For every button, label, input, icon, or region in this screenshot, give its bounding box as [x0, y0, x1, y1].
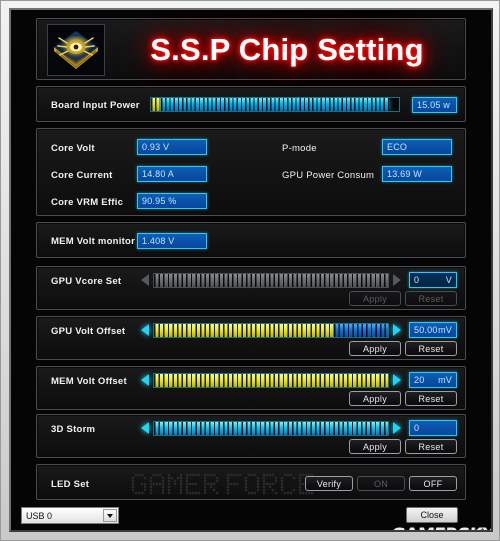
gpu-volt-offset-label: GPU Volt Offset	[51, 326, 126, 337]
core-volt-label: Core Volt	[51, 143, 95, 154]
board-input-power-value: 15.05 w	[412, 97, 457, 113]
3d-storm-value: 0	[414, 423, 420, 433]
gamersky-watermark: GAMERSKY	[391, 525, 491, 530]
led-char-f	[227, 474, 241, 494]
board-power-bar-warn-fill	[151, 98, 161, 111]
usb-port-select[interactable]: USB 0	[21, 507, 119, 524]
board-power-bar-fill	[160, 98, 390, 111]
core-volt-value: 0.93 V	[137, 139, 207, 155]
gpu-power-consum-label: GPU Power Consum	[282, 170, 375, 181]
led-matrix-display	[132, 474, 313, 494]
mem-volt-monitor-value: 1.408 V	[137, 233, 207, 249]
gpu-volt-offset-value-input[interactable]: 50.00 mV	[409, 322, 457, 338]
p-mode-value: ECO	[382, 139, 452, 155]
window-inner-frame: S.S.P Chip Setting Board Input Power 15.…	[9, 8, 493, 532]
led-word	[132, 474, 218, 494]
3d-storm-panel: 3D Storm 0 Apply Reset	[36, 414, 466, 458]
gpu-vcore-set-panel: GPU Vcore Set 0 V Apply Reset	[36, 266, 466, 310]
3d-storm-label: 3D Storm	[51, 424, 96, 435]
mem-volt-offset-value-input[interactable]: 20 mV	[409, 372, 457, 388]
mem-volt-offset-panel: MEM Volt Offset 20 mV Apply Reset	[36, 366, 466, 410]
gpu-vcore-set-slider[interactable]	[141, 272, 401, 288]
mem-volt-offset-slider[interactable]	[141, 372, 401, 388]
mem-volt-offset-increase-arrow-icon[interactable]	[392, 373, 401, 387]
gpu-volt-offset-increase-arrow-icon[interactable]	[392, 323, 401, 337]
gpu-vcore-set-reset-button[interactable]: Reset	[405, 291, 457, 306]
led-char-c	[281, 474, 295, 494]
board-input-power-bar	[150, 97, 400, 112]
mem-volt-monitor-panel: MEM Volt monitor 1.408 V	[36, 222, 466, 258]
gpu-vcore-set-label: GPU Vcore Set	[51, 276, 122, 287]
board-input-power-label: Board Input Power	[51, 100, 140, 111]
3d-storm-reset-button[interactable]: Reset	[405, 439, 457, 454]
mem-volt-offset-reset-button[interactable]: Reset	[405, 391, 457, 406]
gpu-vcore-set-apply-button[interactable]: Apply	[349, 291, 401, 306]
gpu-vcore-set-track-segment	[154, 273, 388, 287]
gpu-vcore-set-increase-arrow-icon[interactable]	[392, 273, 401, 287]
gpu-vcore-set-unit: V	[445, 275, 452, 285]
gpu-vcore-set-value-input[interactable]: 0V	[409, 272, 457, 288]
mem-volt-offset-track-segment	[154, 373, 388, 387]
usb-port-selected-value: USB 0	[26, 510, 53, 521]
close-button[interactable]: Close	[406, 507, 458, 523]
led-off-button[interactable]: OFF	[409, 476, 457, 491]
gpu-volt-offset-reset-button[interactable]: Reset	[405, 341, 457, 356]
mem-volt-offset-unit: mV	[438, 375, 452, 385]
gpu-volt-offset-decrease-arrow-icon[interactable]	[141, 323, 150, 337]
core-vrm-effic-label: Core VRM Effic	[51, 197, 124, 208]
led-word	[227, 474, 313, 494]
led-char-r	[263, 474, 277, 494]
board-input-power-panel: Board Input Power 15.05 w	[36, 86, 466, 122]
gpu-power-consum-value: 13.69 W	[382, 166, 452, 182]
app-content: S.S.P Chip Setting Board Input Power 15.…	[11, 10, 491, 530]
core-current-label: Core Current	[51, 170, 113, 181]
gpu-volt-offset-slider[interactable]	[141, 322, 401, 338]
led-char-e	[186, 474, 200, 494]
gpu-vcore-set-track[interactable]	[153, 272, 389, 288]
led-set-panel: LED Set Verify ON OFF	[36, 464, 466, 500]
3d-storm-decrease-arrow-icon[interactable]	[141, 421, 150, 435]
gpu-volt-offset-panel: GPU Volt Offset 50.00 mV Apply Reset	[36, 316, 466, 360]
page-title: S.S.P Chip Setting	[150, 32, 424, 67]
header-panel: S.S.P Chip Setting	[36, 18, 466, 80]
gpu-volt-offset-apply-button[interactable]: Apply	[349, 341, 401, 356]
3d-storm-value-input[interactable]: 0	[409, 420, 457, 436]
led-char-m	[168, 474, 182, 494]
monitor-panel: Core Volt 0.93 V Core Current 14.80 A Co…	[36, 128, 466, 216]
led-verify-button[interactable]: Verify	[305, 476, 353, 491]
led-set-label: LED Set	[51, 479, 90, 490]
mem-volt-offset-label: MEM Volt Offset	[51, 376, 127, 387]
led-char-a	[150, 474, 164, 494]
mem-volt-offset-track[interactable]	[153, 372, 389, 388]
led-on-button[interactable]: ON	[357, 476, 405, 491]
app-window: S.S.P Chip Setting Board Input Power 15.…	[0, 0, 500, 541]
gpu-vcore-set-decrease-arrow-icon[interactable]	[141, 273, 150, 287]
led-char-g	[132, 474, 146, 494]
gpu-volt-offset-track[interactable]	[153, 322, 389, 338]
gpu-volt-offset-value: 50.00	[414, 325, 438, 335]
gpu-vcore-set-value: 0	[414, 275, 420, 285]
mem-volt-offset-apply-button[interactable]: Apply	[349, 391, 401, 406]
3d-storm-apply-button[interactable]: Apply	[349, 439, 401, 454]
chip-bug-logo-icon	[47, 24, 105, 76]
3d-storm-track[interactable]	[153, 420, 389, 436]
3d-storm-slider[interactable]	[141, 420, 401, 436]
chevron-down-icon[interactable]	[103, 509, 117, 522]
gpu-volt-offset-track-segment	[334, 323, 388, 337]
mem-volt-offset-value: 20	[414, 375, 425, 385]
core-vrm-effic-value: 90.95 %	[137, 193, 207, 209]
gpu-volt-offset-unit: mV	[438, 325, 452, 335]
led-char-r	[204, 474, 218, 494]
core-current-value: 14.80 A	[137, 166, 207, 182]
mem-volt-offset-decrease-arrow-icon[interactable]	[141, 373, 150, 387]
gpu-volt-offset-track-segment	[154, 323, 335, 337]
p-mode-label: P-mode	[282, 143, 317, 154]
3d-storm-track-segment	[154, 421, 388, 435]
3d-storm-increase-arrow-icon[interactable]	[392, 421, 401, 435]
led-char-o	[245, 474, 259, 494]
mem-volt-monitor-label: MEM Volt monitor	[51, 236, 136, 247]
